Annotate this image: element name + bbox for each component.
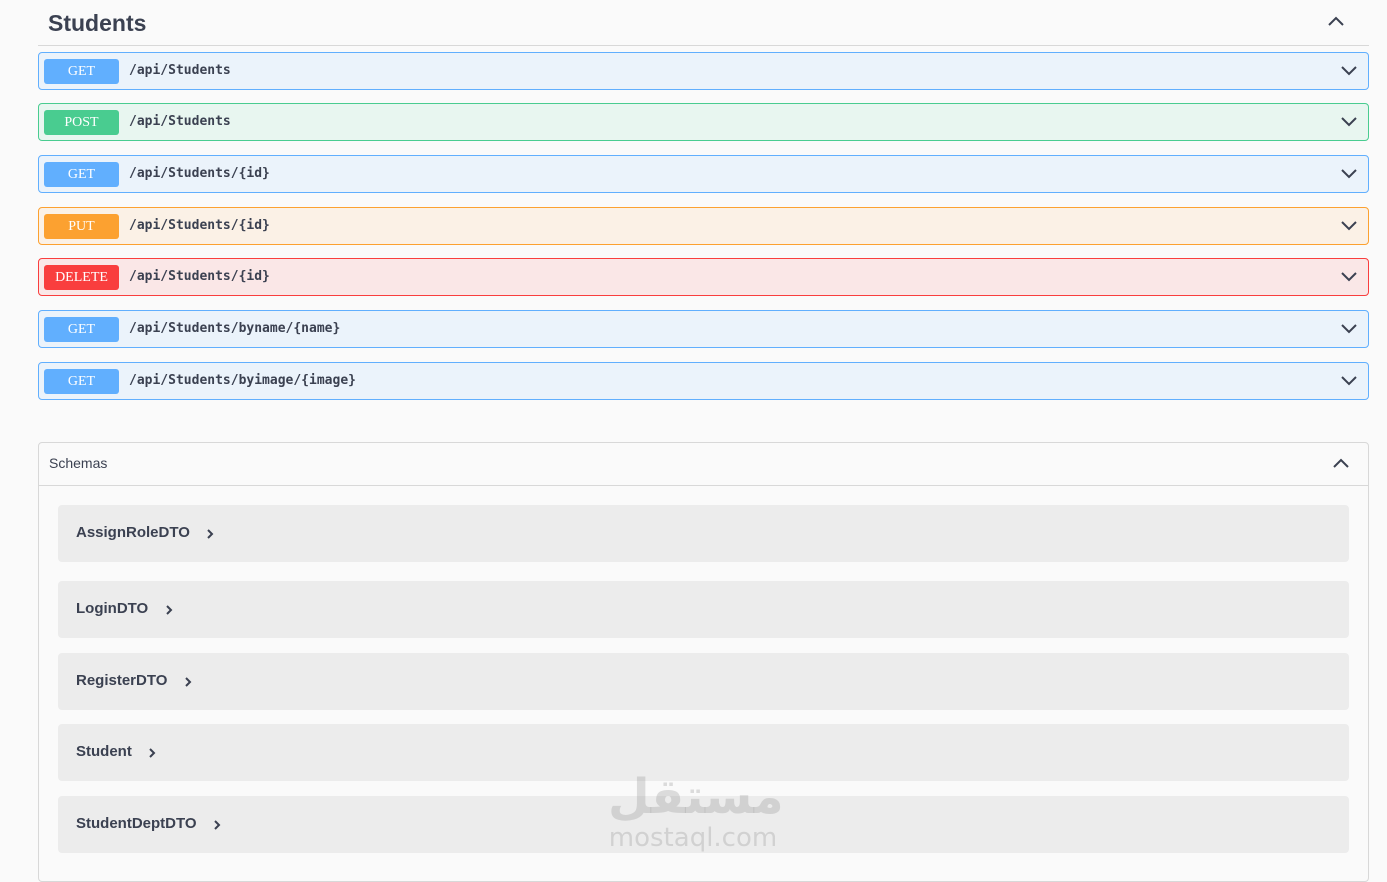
schemas-title: Schemas [49,455,108,471]
chevron-right-icon [185,677,192,687]
watermark-logo: مستقل mostaql.com [608,769,784,860]
model-name: StudentDeptDTO [76,815,197,832]
watermark-arabic: مستقل [608,769,784,825]
operation-path: /api/Students [129,114,231,129]
operation-get-student-by-id[interactable]: GET /api/Students/{id} [38,155,1369,193]
chevron-down-icon[interactable] [1340,116,1358,128]
operation-get-students[interactable]: GET /api/Students [38,52,1369,90]
model-assignroledto[interactable]: AssignRoleDTO [58,505,1349,562]
method-badge: GET [44,162,119,187]
operation-path: /api/Students/{id} [129,166,270,181]
chevron-down-icon[interactable] [1340,168,1358,180]
chevron-down-icon[interactable] [1340,323,1358,335]
operation-path: /api/Students/{id} [129,218,270,233]
watermark-site: mostaql.com [608,823,778,853]
chevron-right-icon [207,529,214,539]
chevron-right-icon [214,820,221,830]
chevron-down-icon[interactable] [1340,375,1358,387]
model-name: LoginDTO [76,600,149,617]
operation-delete-student[interactable]: DELETE /api/Students/{id} [38,258,1369,296]
model-name: AssignRoleDTO [76,524,190,541]
method-badge: DELETE [44,265,119,290]
model-name: Student [76,743,132,760]
chevron-right-icon [166,605,173,615]
method-badge: PUT [44,214,119,239]
method-badge: GET [44,59,119,84]
operation-post-students[interactable]: POST /api/Students [38,103,1369,141]
schemas-header[interactable]: Schemas [39,443,1368,486]
method-badge: GET [44,317,119,342]
chevron-down-icon[interactable] [1340,220,1358,232]
operation-put-student[interactable]: PUT /api/Students/{id} [38,207,1369,245]
model-name: RegisterDTO [76,672,168,689]
operation-get-student-by-image[interactable]: GET /api/Students/byimage/{image} [38,362,1369,400]
chevron-up-icon[interactable] [1327,15,1345,27]
operation-path: /api/Students/byname/{name} [129,321,341,336]
operation-path: /api/Students/{id} [129,269,270,284]
chevron-down-icon[interactable] [1340,65,1358,77]
section-title: Students [48,10,147,36]
students-tag-header[interactable]: Students [38,0,1369,46]
model-logindto[interactable]: LoginDTO [58,581,1349,638]
model-registerdto[interactable]: RegisterDTO [58,653,1349,710]
operation-path: /api/Students [129,63,231,78]
chevron-right-icon [149,748,156,758]
chevron-up-icon[interactable] [1332,457,1350,469]
method-badge: GET [44,369,119,394]
chevron-down-icon[interactable] [1340,271,1358,283]
operation-path: /api/Students/byimage/{image} [129,373,356,388]
method-badge: POST [44,110,119,135]
operation-get-student-by-name[interactable]: GET /api/Students/byname/{name} [38,310,1369,348]
